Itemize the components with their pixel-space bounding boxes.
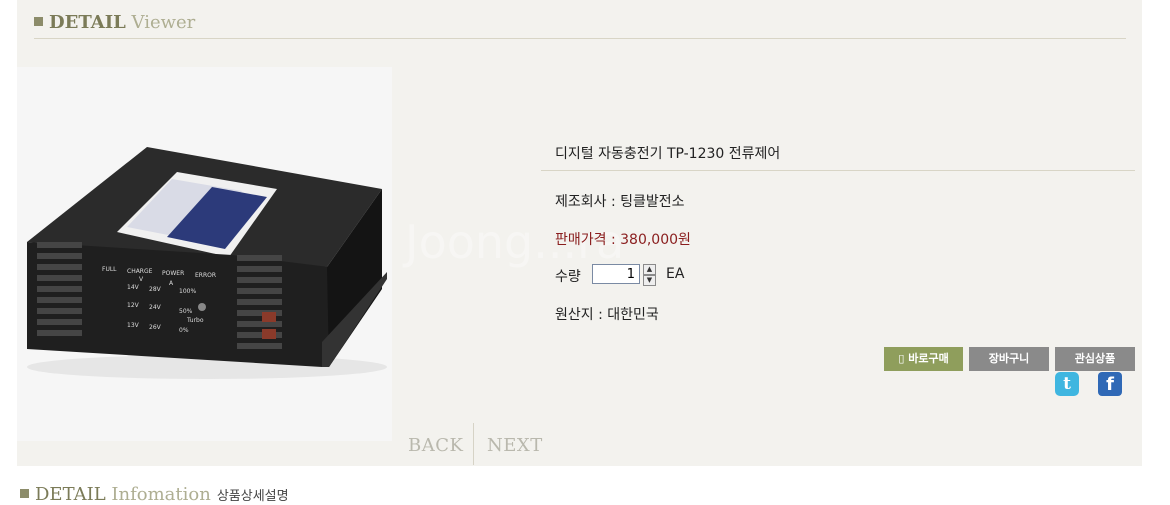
detail-info-header: DETAIL Infomation 상품상세설명: [20, 484, 289, 505]
manufacturer: 제조회사 : 팅클발전소: [555, 194, 685, 210]
footer-title-strong: DETAIL: [35, 484, 106, 505]
footer-square-icon: [20, 489, 29, 498]
svg-text:0%: 0%: [179, 327, 189, 334]
nav-separator: [473, 423, 474, 465]
next-link[interactable]: NEXT: [487, 435, 543, 456]
sale-price: 판매가격 : 380,000원: [555, 232, 691, 248]
svg-text:12V: 12V: [127, 302, 140, 309]
cart-button[interactable]: 장바구니: [969, 347, 1049, 371]
header-title-light: Viewer: [131, 12, 196, 33]
product-name: 디지털 자동충전기 TP-1230 전류제어: [555, 146, 781, 162]
quantity-stepper[interactable]: ▲ ▼: [643, 264, 656, 286]
product-image: FULL CHARGE POWER ERROR VA 14V 12V 13V 28V 24…: [17, 67, 392, 441]
header-divider: [34, 38, 1126, 39]
wishlist-button[interactable]: 관심상품: [1055, 347, 1135, 371]
footer-subtitle: 상품상세설명: [216, 489, 289, 504]
svg-text:CHARGE: CHARGE: [127, 268, 153, 275]
svg-text:100%: 100%: [179, 288, 196, 295]
svg-text:50%: 50%: [179, 308, 193, 315]
header-square-icon: [34, 17, 43, 26]
buy-now-label: 바로구매: [908, 352, 949, 365]
product-divider: [541, 170, 1135, 171]
origin: 원산지 : 대한민국: [555, 307, 659, 323]
quantity-unit: EA: [666, 266, 685, 282]
header-title-strong: DETAIL: [49, 12, 126, 33]
svg-text:24V: 24V: [149, 304, 162, 311]
svg-text:FULL: FULL: [102, 266, 117, 273]
buy-icon: ▯: [898, 352, 909, 365]
svg-text:13V: 13V: [127, 322, 140, 329]
svg-text:Turbo: Turbo: [186, 317, 204, 324]
quantity-input[interactable]: [592, 264, 640, 284]
svg-text:26V: 26V: [149, 324, 162, 331]
buy-now-button[interactable]: ▯ 바로구매: [884, 347, 963, 371]
twitter-icon[interactable]: t: [1055, 372, 1079, 396]
quantity-label: 수량: [555, 269, 581, 285]
detail-viewer-header: DETAIL Viewer: [34, 12, 195, 33]
footer-title-light: Infomation: [111, 484, 211, 505]
svg-text:POWER: POWER: [162, 270, 184, 277]
svg-text:28V: 28V: [149, 286, 162, 293]
svg-text:14V: 14V: [127, 284, 140, 291]
facebook-icon[interactable]: f: [1098, 372, 1122, 396]
quantity-down-icon[interactable]: ▼: [643, 275, 656, 286]
back-link[interactable]: BACK: [408, 435, 463, 456]
quantity-up-icon[interactable]: ▲: [643, 264, 656, 275]
svg-text:ERROR: ERROR: [195, 272, 216, 279]
